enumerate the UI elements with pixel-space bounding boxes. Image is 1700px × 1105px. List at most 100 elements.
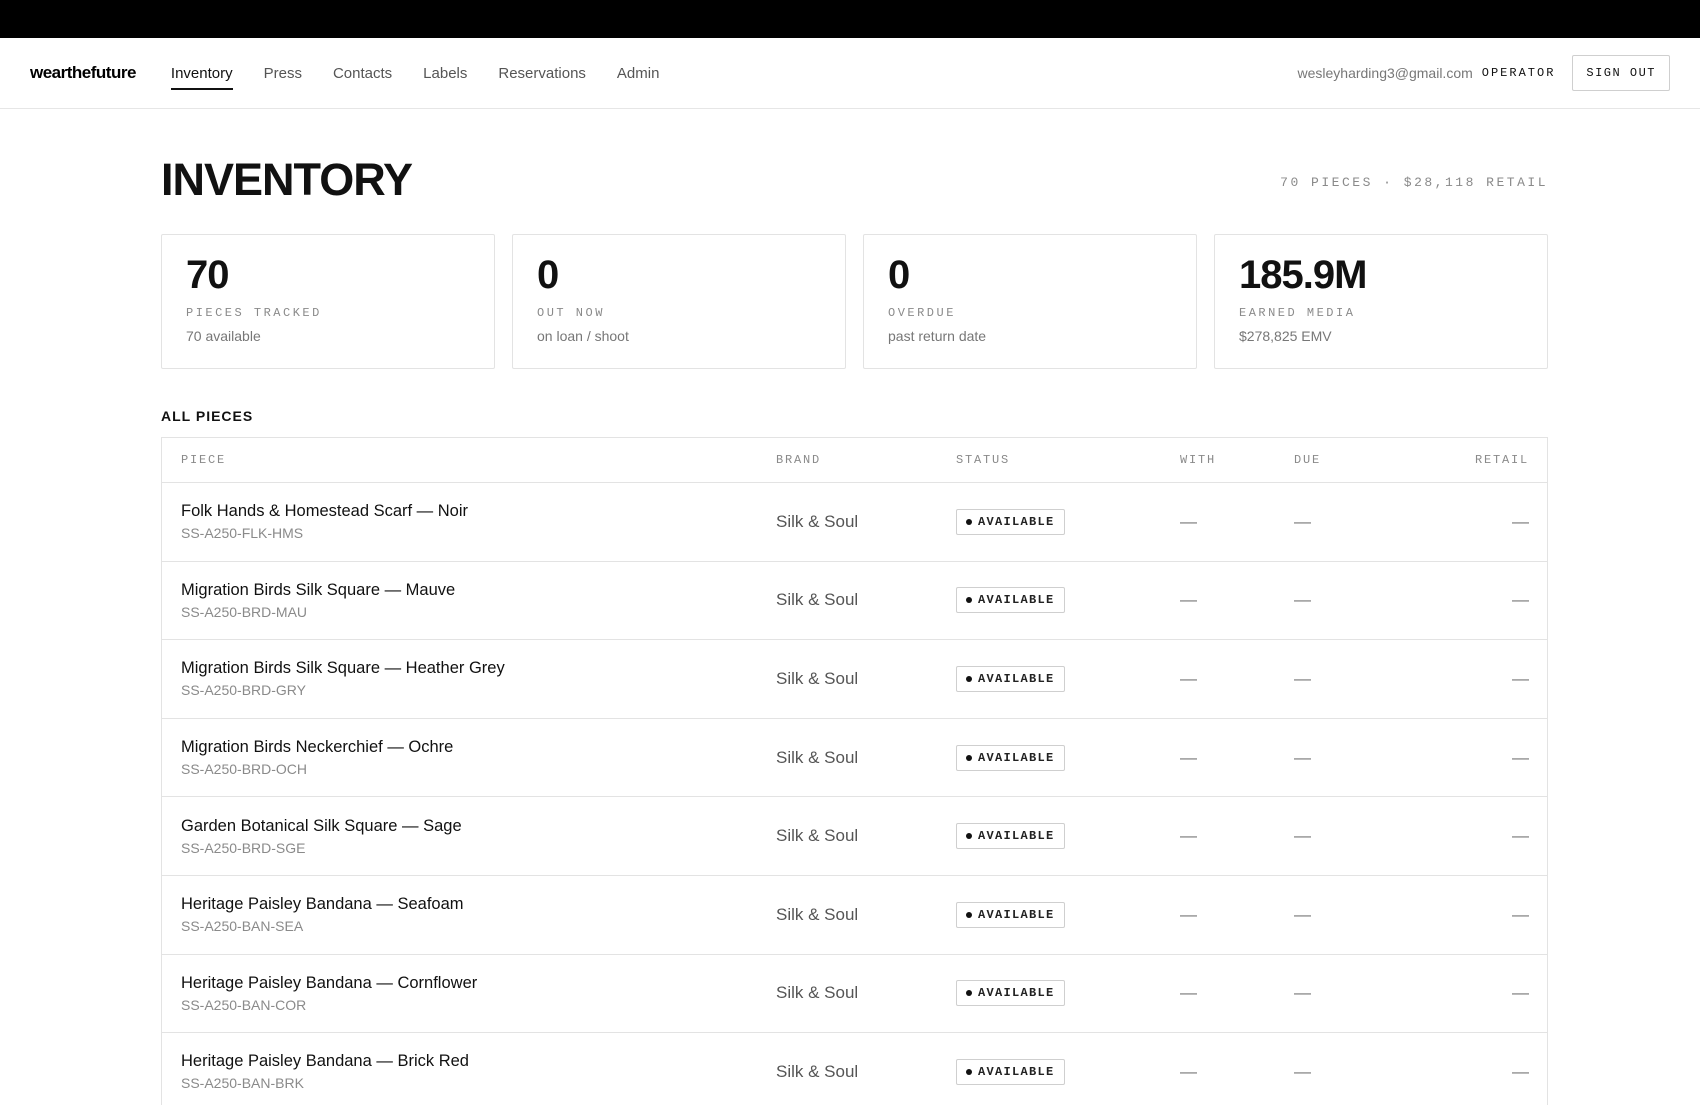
user-area: wesleyharding3@gmail.com OPERATOR SIGN O… — [1297, 55, 1670, 91]
piece-cell: Migration Birds Neckerchief — Ochre SS-A… — [162, 738, 776, 777]
piece-name[interactable]: Garden Botanical Silk Square — Sage — [181, 817, 776, 836]
status-dot-icon — [966, 754, 972, 761]
status-badge: AVAILABLE — [956, 587, 1065, 614]
table-row[interactable]: Migration Birds Silk Square — Mauve SS-A… — [162, 562, 1547, 641]
stat-value: 185.9M — [1239, 253, 1367, 297]
column-header-status[interactable]: STATUS — [956, 453, 1180, 467]
retail-cell: — — [1512, 826, 1529, 846]
status-label: AVAILABLE — [978, 514, 1055, 529]
status-badge: AVAILABLE — [956, 1058, 1065, 1085]
due-cell: — — [1294, 1061, 1311, 1081]
piece-cell: Garden Botanical Silk Square — Sage SS-A… — [162, 817, 776, 856]
nav-link-press[interactable]: Press — [264, 38, 302, 108]
with-cell: — — [1180, 590, 1197, 610]
nav-link-labels[interactable]: Labels — [423, 38, 467, 108]
status-label: AVAILABLE — [978, 671, 1055, 686]
nav-link-contacts[interactable]: Contacts — [333, 38, 392, 108]
status-cell: AVAILABLE — [956, 823, 1180, 850]
piece-cell: Heritage Paisley Bandana — Cornflower SS… — [162, 974, 776, 1013]
status-label: AVAILABLE — [978, 750, 1055, 765]
logo[interactable]: wearthefuture — [30, 63, 136, 83]
brand-cell: Silk & Soul — [776, 983, 859, 1003]
status-cell: AVAILABLE — [956, 587, 1180, 614]
column-header-piece[interactable]: PIECE — [162, 453, 776, 467]
column-header-due[interactable]: DUE — [1294, 453, 1417, 467]
with-cell: — — [1180, 904, 1197, 924]
main-content: INVENTORY 70 PIECES · $28,118 RETAIL 70 … — [0, 109, 1700, 1105]
status-dot-icon — [966, 1068, 972, 1075]
retail-cell: — — [1512, 590, 1529, 610]
due-cell: — — [1294, 668, 1311, 688]
stat-cards: 70 PIECES TRACKED 70 available 0 OUT NOW… — [161, 234, 1548, 369]
brand-cell: Silk & Soul — [776, 668, 859, 688]
brand-cell: Silk & Soul — [776, 904, 859, 924]
with-cell: — — [1180, 747, 1197, 767]
with-cell: — — [1180, 983, 1197, 1003]
piece-sku: SS-A250-BAN-COR — [181, 996, 307, 1013]
piece-sku: SS-A250-BAN-SEA — [181, 918, 304, 935]
table-row[interactable]: Migration Birds Neckerchief — Ochre SS-A… — [162, 719, 1547, 798]
nav-link-reservations[interactable]: Reservations — [498, 38, 586, 108]
column-header-brand[interactable]: BRAND — [776, 453, 956, 467]
table-row[interactable]: Heritage Paisley Bandana — Seafoam SS-A2… — [162, 876, 1547, 955]
retail-cell: — — [1512, 668, 1529, 688]
piece-name[interactable]: Heritage Paisley Bandana — Seafoam — [181, 895, 776, 914]
table-row[interactable]: Heritage Paisley Bandana — Cornflower SS… — [162, 955, 1547, 1034]
column-header-retail[interactable]: RETAIL — [1417, 453, 1547, 467]
page-title: INVENTORY — [161, 154, 413, 205]
due-cell: — — [1294, 747, 1311, 767]
status-cell: AVAILABLE — [956, 665, 1180, 692]
status-label: AVAILABLE — [978, 593, 1055, 608]
piece-sku: SS-A250-BRD-GRY — [181, 682, 307, 699]
stat-card-out-now: 0 OUT NOW on loan / shoot — [512, 234, 846, 369]
status-badge: AVAILABLE — [956, 823, 1065, 850]
table-row[interactable]: Migration Birds Silk Square — Heather Gr… — [162, 640, 1547, 719]
column-header-with[interactable]: WITH — [1180, 453, 1294, 467]
status-dot-icon — [966, 597, 972, 604]
page-header: INVENTORY 70 PIECES · $28,118 RETAIL — [161, 109, 1548, 234]
piece-name[interactable]: Heritage Paisley Bandana — Cornflower — [181, 974, 776, 993]
due-cell: — — [1294, 590, 1311, 610]
table-header-row: PIECE BRAND STATUS WITH DUE RETAIL — [162, 438, 1547, 483]
stat-value: 70 — [186, 253, 230, 297]
sign-out-button[interactable]: SIGN OUT — [1572, 55, 1670, 91]
piece-sku: SS-A250-BRD-MAU — [181, 603, 308, 620]
brand-cell: Silk & Soul — [776, 590, 859, 610]
status-label: AVAILABLE — [978, 1064, 1055, 1079]
piece-name[interactable]: Folk Hands & Homestead Scarf — Noir — [181, 502, 776, 521]
table-row[interactable]: Garden Botanical Silk Square — Sage SS-A… — [162, 797, 1547, 876]
status-badge: AVAILABLE — [956, 508, 1065, 535]
nav-link-inventory[interactable]: Inventory — [170, 38, 233, 108]
stat-card-earned-media: 185.9M EARNED MEDIA $278,825 EMV — [1214, 234, 1548, 369]
piece-cell: Heritage Paisley Bandana — Seafoam SS-A2… — [162, 895, 776, 934]
status-cell: AVAILABLE — [956, 901, 1180, 928]
table-row[interactable]: Folk Hands & Homestead Scarf — Noir SS-A… — [162, 483, 1547, 562]
with-cell: — — [1180, 826, 1197, 846]
stat-label: OVERDUE — [888, 306, 956, 320]
browser-top-bar — [0, 0, 1700, 38]
status-cell: AVAILABLE — [956, 744, 1180, 771]
piece-name[interactable]: Migration Birds Silk Square — Mauve — [181, 581, 776, 600]
status-badge: AVAILABLE — [956, 980, 1065, 1007]
piece-sku: SS-A250-BAN-BRK — [181, 1075, 304, 1092]
nav-link-admin[interactable]: Admin — [617, 38, 660, 108]
stat-label: PIECES TRACKED — [186, 306, 322, 320]
retail-cell: — — [1512, 511, 1529, 531]
table-body: Folk Hands & Homestead Scarf — Noir SS-A… — [162, 483, 1547, 1105]
piece-name[interactable]: Migration Birds Neckerchief — Ochre — [181, 738, 776, 757]
piece-name[interactable]: Migration Birds Silk Square — Heather Gr… — [181, 659, 776, 678]
piece-name[interactable]: Heritage Paisley Bandana — Brick Red — [181, 1052, 776, 1071]
top-navigation: wearthefuture Inventory Press Contacts L… — [0, 38, 1700, 109]
stat-label: EARNED MEDIA — [1239, 306, 1356, 320]
table-row[interactable]: Heritage Paisley Bandana — Brick Red SS-… — [162, 1033, 1547, 1105]
with-cell: — — [1180, 511, 1197, 531]
piece-cell: Folk Hands & Homestead Scarf — Noir SS-A… — [162, 502, 776, 541]
stat-label: OUT NOW — [537, 306, 605, 320]
status-dot-icon — [966, 675, 972, 682]
stat-value: 0 — [888, 253, 910, 297]
status-label: AVAILABLE — [978, 907, 1055, 922]
due-cell: — — [1294, 904, 1311, 924]
piece-sku: SS-A250-FLK-HMS — [181, 525, 304, 542]
nav-links: Inventory Press Contacts Labels Reservat… — [170, 38, 691, 108]
with-cell: — — [1180, 1061, 1197, 1081]
